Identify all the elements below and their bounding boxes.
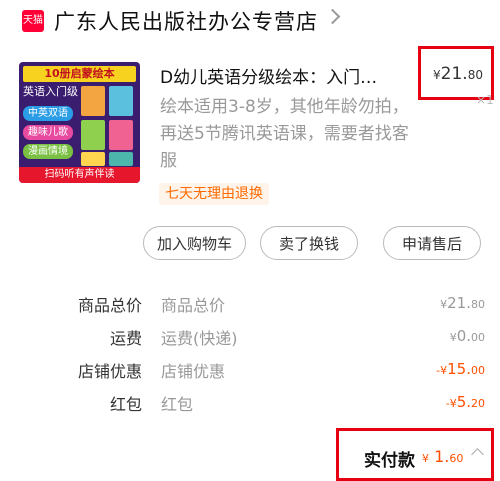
book-cover [109,152,133,166]
paid-amount: ¥ 1.60 [422,447,463,466]
paid-label: 实付款 [364,451,415,471]
product-image-tag: 趣味儿歌 [23,125,73,140]
amount-decimal: 00 [471,364,485,377]
product-image-banner: 10册启蒙绘本 [23,66,136,82]
currency-symbol: ¥ [449,331,457,344]
summary-amount: ¥21.80 [440,294,485,312]
book-cover [81,120,105,150]
amount-integer: 21. [447,294,471,312]
product-image[interactable]: 10册启蒙绘本 英语入门级 中英双语 趣味儿歌 漫画情境 扫码听有声伴读 [19,62,140,183]
quantity-value: 1 [486,93,494,107]
currency-symbol: ¥ [433,68,441,82]
amount-integer: 5. [456,393,471,411]
book-cover [109,86,133,116]
price-integer: 21. [440,64,468,84]
summary-label: 商品总价 [77,296,142,315]
amount-decimal: 20 [471,397,485,410]
paid-integer: 1. [434,447,450,466]
product-image-bottom: 扫码听有声伴读 [19,167,140,183]
book-cover [81,86,105,116]
book-cover [109,120,133,150]
summary-amount: -¥5.20 [446,393,485,411]
price-decimal: 80 [467,68,483,82]
tmall-logo-text: 天猫 [23,15,43,26]
book-cover [81,152,105,166]
amount-decimal: 00 [471,331,485,344]
amount-decimal: 80 [471,298,485,311]
paid-decimal: 60 [449,452,464,465]
resell-button[interactable]: 卖了换钱 [260,226,358,260]
add-to-cart-button[interactable]: 加入购物车 [143,226,246,260]
amount-integer: 0. [456,327,471,345]
summary-amount: -¥15.00 [436,360,485,378]
currency-symbol: -¥ [445,397,457,410]
after-sale-button[interactable]: 申请售后 [383,226,481,260]
product-price: ¥21.80 [433,64,483,84]
summary-value: 商品总价 [161,296,226,315]
summary-label: 红包 [109,395,142,414]
summary-value: 红包 [161,395,194,414]
summary-value: 店铺优惠 [161,362,226,381]
chevron-right-icon[interactable] [324,8,341,25]
tmall-logo: 天猫 [22,10,44,32]
product-image-tag: 中英双语 [23,106,73,121]
summary-label: 运费 [109,329,142,348]
summary-amount: ¥0.00 [450,327,485,345]
currency-symbol: ¥ [422,452,429,465]
product-quantity: ×1 [476,93,494,107]
product-description: 绘本适用3-8岁，其他年龄勿拍，再送5节腾讯英语课，需要者找客服 [160,97,409,171]
summary-label: 店铺优惠 [77,362,142,381]
currency-symbol: -¥ [436,364,448,377]
amount-integer: 15. [447,360,471,378]
return-policy-badge: 七天无理由退换 [159,183,269,205]
product-image-tag: 漫画情境 [23,144,73,159]
store-header[interactable]: 天猫 广东人民出版社办公专营店 [0,0,500,42]
product-title[interactable]: D幼儿英语分级绘本：入门… [160,63,404,88]
summary-value: 运费(快递) [161,329,238,348]
store-name[interactable]: 广东人民出版社办公专营店 [54,6,318,36]
